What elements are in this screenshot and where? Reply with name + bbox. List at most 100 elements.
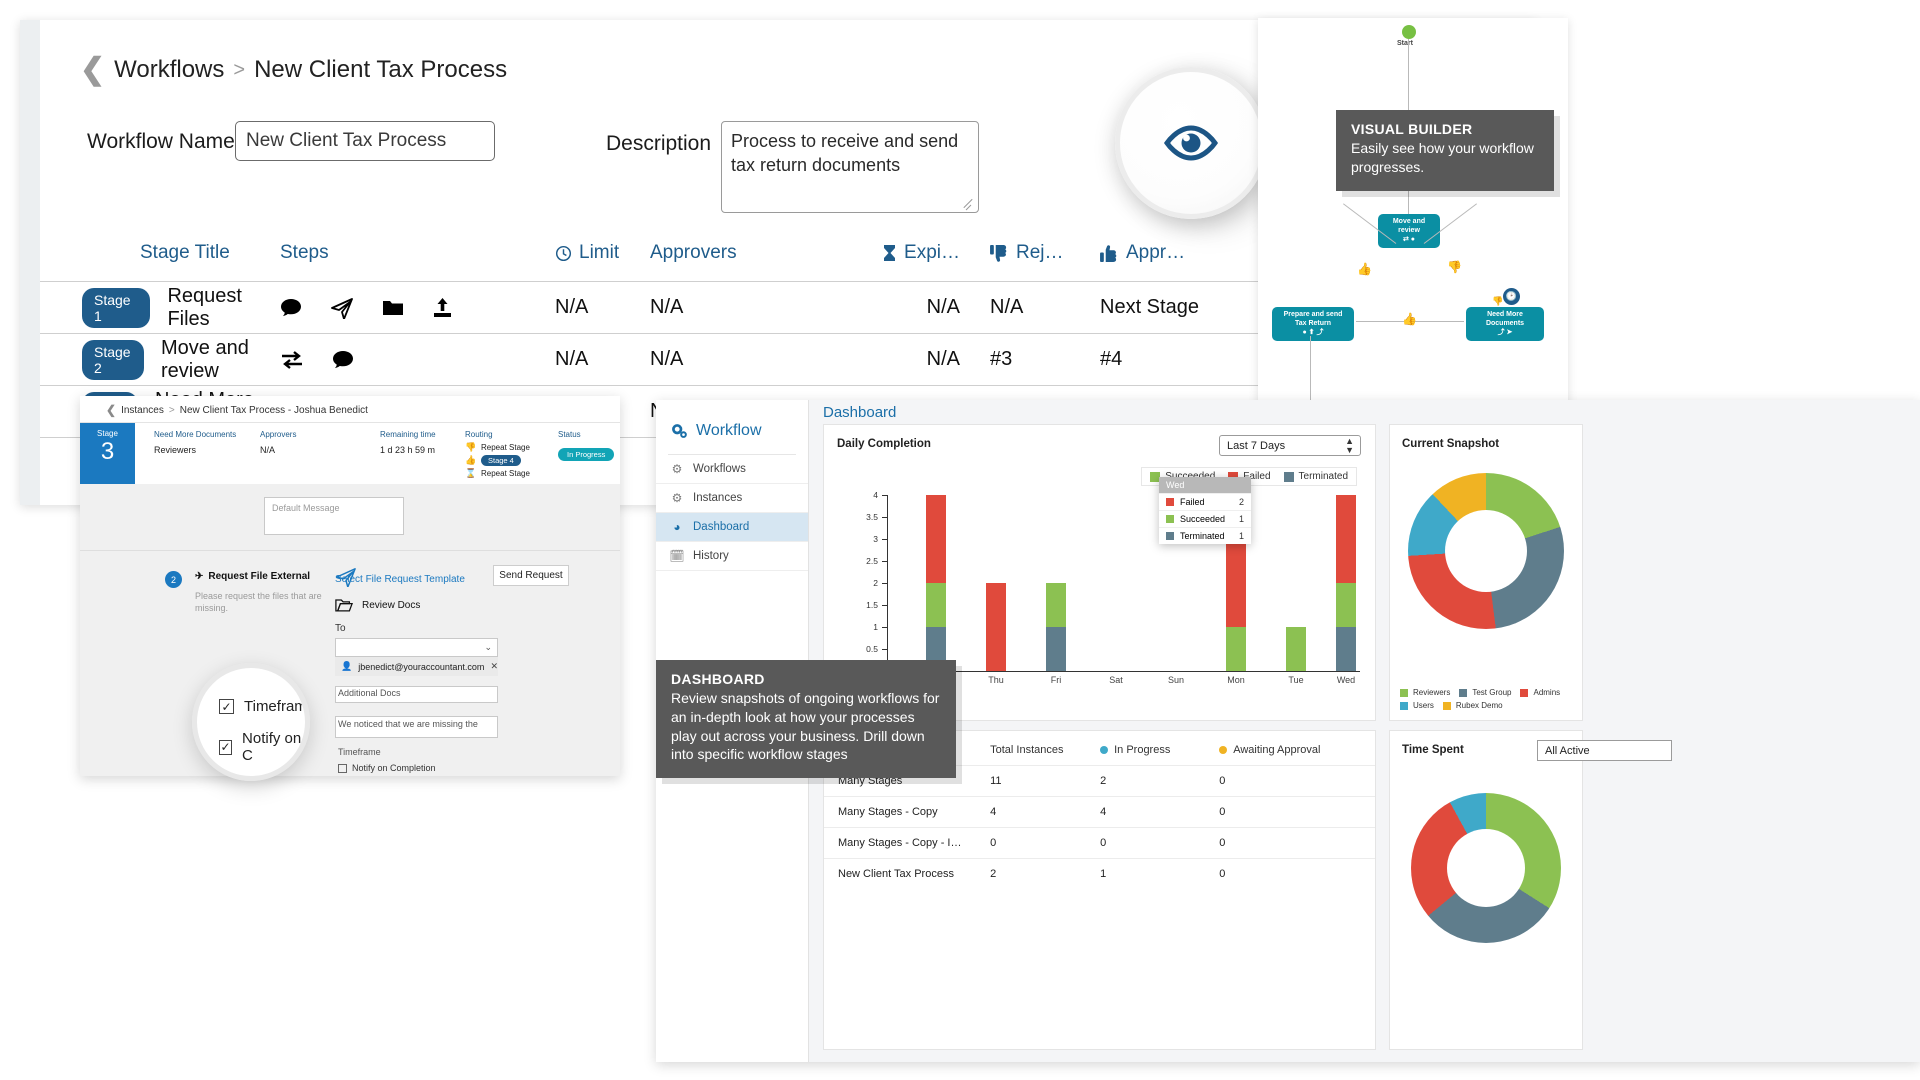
flow-node-move-review[interactable]: Move and review ⇄ ● bbox=[1378, 214, 1440, 249]
tooltip-title: DASHBOARD bbox=[671, 671, 765, 687]
flow-node-prepare-send[interactable]: Prepare and send Tax Return ● ⬆ ⤴ bbox=[1272, 307, 1354, 342]
upload-icon[interactable] bbox=[432, 297, 453, 318]
send-request-button[interactable]: Send Request bbox=[493, 565, 569, 586]
tooltip-row: Failed 2 bbox=[1159, 493, 1251, 510]
default-message-field[interactable]: Default Message bbox=[264, 497, 404, 535]
checkbox-checked[interactable]: ✓ bbox=[219, 699, 234, 714]
cell-total: 0 bbox=[990, 837, 997, 849]
stage-title-text: Move and review bbox=[161, 336, 249, 382]
select-file-request-template-link[interactable]: Select File Request Template bbox=[335, 574, 465, 585]
header-approvers[interactable]: Approvers bbox=[650, 242, 815, 264]
notify-on-completion-label: Notify on Completion bbox=[352, 763, 436, 773]
thumbs-up-icon: 👍 bbox=[465, 455, 477, 465]
header-approved[interactable]: Appr… bbox=[1100, 242, 1230, 264]
header-rejected-label: Rej… bbox=[1016, 242, 1064, 263]
row-rejected-cell: N/A bbox=[990, 296, 1024, 318]
table-row[interactable]: Many Stages - Copy - I… 0 0 0 bbox=[824, 827, 1375, 858]
remaining-time-value: 1 d 23 h 59 m bbox=[380, 445, 436, 455]
tooltip-row: Succeeded 1 bbox=[1159, 510, 1251, 527]
routing-row-label: Repeat Stage bbox=[481, 443, 530, 452]
range-selector[interactable]: Last 7 Days ▲ ▼ bbox=[1219, 435, 1361, 456]
eye-magnifier bbox=[1115, 67, 1267, 219]
bar-mon[interactable] bbox=[1226, 539, 1246, 671]
range-selector-value: Last 7 Days bbox=[1227, 439, 1286, 452]
sidebar-item-history[interactable]: 🗓 History bbox=[656, 542, 808, 571]
bar-wed-1[interactable] bbox=[926, 495, 946, 671]
tooltip-row-value: 1 bbox=[1238, 514, 1244, 524]
header-limit[interactable]: Limit bbox=[515, 242, 650, 264]
header-stage-title[interactable]: Stage Title bbox=[40, 242, 280, 264]
routing-row-pill[interactable]: Stage 4 bbox=[481, 455, 521, 466]
timeframe-text: Timeframe bbox=[338, 747, 381, 757]
panel-left-edge bbox=[20, 20, 40, 505]
sidebar-item-label: Dashboard bbox=[693, 521, 750, 533]
remove-recipient-icon[interactable]: ✕ bbox=[490, 661, 498, 672]
stage-indicator-number: 3 bbox=[100, 438, 115, 465]
sidebar-item-label: Instances bbox=[693, 492, 743, 504]
tooltip-title: VISUAL BUILDER bbox=[1351, 121, 1473, 137]
send-icon[interactable] bbox=[330, 297, 354, 319]
checkbox[interactable] bbox=[338, 763, 347, 773]
flow-start-node[interactable] bbox=[1402, 25, 1416, 39]
tooltip-row-label: Terminated bbox=[1180, 531, 1225, 541]
col-header-awaiting[interactable]: Awaiting Approval bbox=[1219, 744, 1375, 756]
notify-on-completion-row[interactable]: Notify on Completion bbox=[338, 763, 436, 773]
routing-row: ⌛ Repeat Stage bbox=[465, 468, 530, 479]
workflow-name-input[interactable] bbox=[235, 121, 495, 161]
instances-table-card: Name Total Instances In Progress Awaitin… bbox=[823, 730, 1376, 1050]
legend-item: Test Group bbox=[1459, 688, 1511, 697]
bar-wed-2[interactable] bbox=[1336, 495, 1356, 671]
cell-total: 2 bbox=[990, 868, 997, 880]
magnified-notify-row[interactable]: ✓ Notify on C bbox=[219, 730, 305, 764]
folder-icon[interactable] bbox=[382, 299, 404, 317]
review-docs-row[interactable]: Review Docs bbox=[335, 598, 420, 612]
time-spent-selector[interactable]: All Active bbox=[1537, 740, 1672, 761]
sidebar-item-instances[interactable]: ⚙ Instances bbox=[656, 484, 808, 513]
comment-icon[interactable] bbox=[280, 298, 302, 318]
comment-icon[interactable] bbox=[332, 350, 354, 370]
row-limit-cell: N/A bbox=[555, 348, 589, 370]
checkbox-checked[interactable]: ✓ bbox=[219, 739, 233, 755]
flow-node-icons: ● ⬆ ⤴ bbox=[1302, 328, 1324, 336]
snapshot-donut[interactable] bbox=[1408, 473, 1564, 629]
stepper-icon[interactable]: ▲ ▼ bbox=[1345, 436, 1354, 455]
table-row[interactable]: New Client Tax Process 2 1 0 bbox=[824, 858, 1375, 889]
breadcrumb-root-link[interactable]: Workflows bbox=[114, 56, 224, 84]
header-limit-label: Limit bbox=[579, 242, 620, 263]
bar-fri[interactable] bbox=[1046, 583, 1066, 671]
sidebar-item-workflows[interactable]: ⚙ Workflows bbox=[656, 455, 808, 484]
hourglass-icon bbox=[882, 244, 897, 262]
col-header-total[interactable]: Total Instances bbox=[990, 744, 1100, 756]
additional-docs-text: Additional Docs bbox=[338, 688, 401, 698]
time-spent-donut[interactable] bbox=[1411, 793, 1561, 943]
bar-tue[interactable] bbox=[1286, 627, 1306, 671]
header-expiration[interactable]: Expi… bbox=[815, 242, 990, 264]
sidebar-item-dashboard[interactable]: ◕ Dashboard bbox=[656, 513, 808, 542]
header-rejected[interactable]: Rej… bbox=[990, 242, 1100, 264]
legend-label: Test Group bbox=[1472, 688, 1512, 697]
to-select[interactable]: ⌄ bbox=[335, 638, 498, 657]
flow-node-label: Prepare and send Tax Return bbox=[1283, 311, 1343, 327]
thumbs-down-icon bbox=[990, 244, 1009, 262]
workflow-name-label: Workflow Name bbox=[87, 130, 235, 153]
routing-rows: 👎 Repeat Stage 👍 Stage 4 ⌛ Repeat Stage bbox=[465, 442, 530, 479]
back-chevron-icon[interactable]: ❮ bbox=[80, 55, 105, 85]
magnified-timeframe-row[interactable]: ✓ Timeframe bbox=[219, 698, 305, 715]
bar-thu[interactable] bbox=[986, 583, 1006, 671]
routing-row: 👎 Repeat Stage bbox=[465, 442, 530, 453]
tooltip-body: Easily see how your workflow progresses. bbox=[1351, 140, 1534, 175]
col-header-in-progress[interactable]: In Progress bbox=[1100, 744, 1219, 756]
header-steps[interactable]: Steps bbox=[280, 242, 515, 264]
x-tick-label: Sun bbox=[1167, 675, 1185, 685]
description-textarea[interactable]: Process to receive and send tax return d… bbox=[721, 121, 979, 213]
recipient-chip[interactable]: 👤 jbenedict@youraccountant.com ✕ bbox=[335, 657, 498, 676]
table-row[interactable]: Many Stages - Copy 4 4 0 bbox=[824, 796, 1375, 827]
approvers-column: Approvers N/A bbox=[260, 430, 296, 455]
flow-node-need-docs[interactable]: Need More Documents ⤴ ➤ bbox=[1466, 307, 1544, 342]
cell-awaiting: 0 bbox=[1219, 806, 1226, 818]
instance-breadcrumb-root[interactable]: Instances bbox=[121, 405, 164, 416]
back-chevron-icon[interactable]: ❮ bbox=[106, 403, 116, 417]
row-steps-cell bbox=[280, 350, 515, 370]
flow-node-icons: ⇄ ● bbox=[1402, 235, 1416, 243]
transfer-icon[interactable] bbox=[280, 350, 304, 370]
